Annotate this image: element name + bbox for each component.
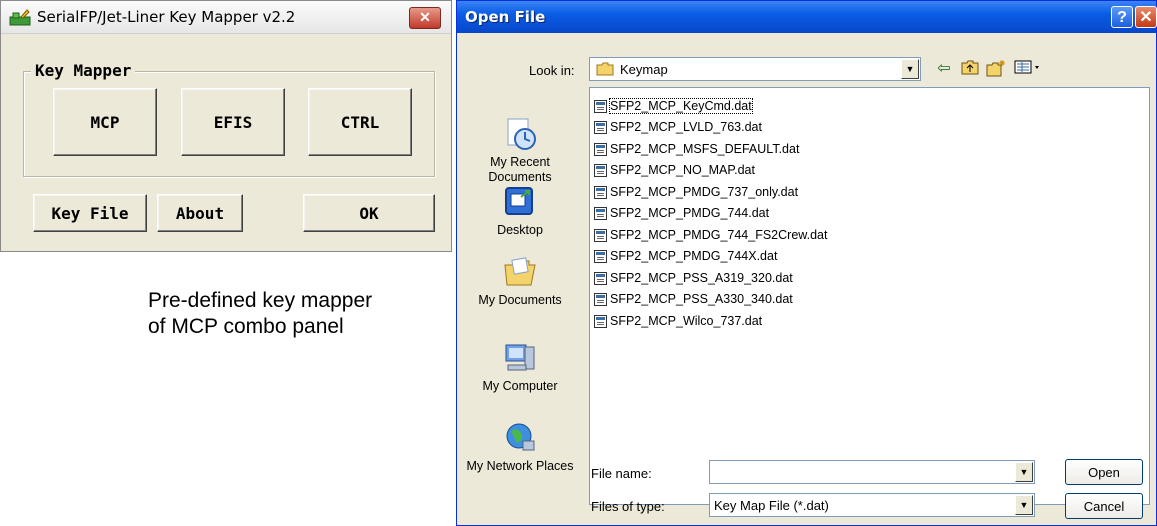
- dat-file-icon: [594, 206, 607, 220]
- file-name-input[interactable]: ▼: [709, 460, 1035, 484]
- chevron-down-icon[interactable]: ▼: [901, 59, 919, 79]
- caption-line-2: of MCP combo panel: [148, 315, 344, 338]
- dat-file-icon: [594, 292, 607, 306]
- ctrl-button[interactable]: CTRL: [308, 88, 412, 156]
- chevron-down-icon[interactable]: ▼: [1015, 462, 1033, 482]
- place-my-computer[interactable]: My Computer: [463, 341, 577, 394]
- window-title: SerialFP/Jet-Liner Key Mapper v2.2: [37, 8, 296, 26]
- mcp-button[interactable]: MCP: [53, 88, 157, 156]
- cancel-button[interactable]: Cancel: [1065, 493, 1143, 519]
- place-label: My Documents: [478, 293, 562, 307]
- app-icon: [9, 9, 31, 26]
- files-of-type-dropdown[interactable]: Key Map File (*.dat) ▼: [709, 493, 1035, 517]
- dat-file-icon: [594, 142, 607, 156]
- folder-icon: [596, 62, 614, 76]
- file-name: SFP2_MCP_Wilco_737.dat: [610, 314, 763, 328]
- desktop-icon: [505, 187, 533, 215]
- caption-line-1: Pre-defined key mapper: [148, 289, 373, 312]
- file-item[interactable]: SFP2_MCP_Wilco_737.dat: [594, 311, 762, 331]
- file-name: SFP2_MCP_PSS_A319_320.dat: [610, 271, 793, 285]
- file-name: SFP2_MCP_PMDG_744X.dat: [610, 249, 778, 263]
- look-in-label: Look in:: [529, 63, 575, 78]
- view-menu-glyph: [1014, 60, 1039, 74]
- file-item[interactable]: SFP2_MCP_PMDG_737_only.dat: [594, 182, 798, 202]
- close-button[interactable]: ✕: [409, 7, 441, 29]
- dat-file-icon: [594, 120, 607, 134]
- file-name: SFP2_MCP_LVLD_763.dat: [610, 120, 762, 134]
- up-folder-icon[interactable]: [959, 59, 981, 79]
- place-desktop[interactable]: Desktop: [463, 185, 577, 238]
- dialog-close-button[interactable]: ✕: [1135, 6, 1157, 28]
- file-name: SFP2_MCP_MSFS_DEFAULT.dat: [610, 142, 800, 156]
- file-name-label: File name:: [591, 466, 652, 481]
- file-item[interactable]: SFP2_MCP_MSFS_DEFAULT.dat: [594, 139, 799, 159]
- dat-file-icon: [594, 249, 607, 263]
- up-folder-glyph: [961, 60, 979, 75]
- file-name: SFP2_MCP_NO_MAP.dat: [610, 163, 755, 177]
- dialog-titlebar[interactable]: Open File ? ✕: [457, 1, 1157, 33]
- file-name: SFP2_MCP_KeyCmd.dat: [609, 98, 753, 114]
- my-documents-icon: [504, 257, 536, 286]
- dialog-title: Open File: [465, 8, 546, 26]
- my-computer-icon: [505, 344, 535, 371]
- dat-file-icon: [594, 271, 607, 285]
- place-label: My Network Places: [466, 459, 574, 473]
- help-button[interactable]: ?: [1111, 6, 1133, 28]
- ok-button[interactable]: OK: [303, 194, 435, 232]
- file-name: SFP2_MCP_PMDG_744_FS2Crew.dat: [610, 228, 828, 242]
- place-my-documents[interactable]: My Documents: [463, 255, 577, 308]
- look-in-value: Keymap: [620, 62, 668, 77]
- dat-file-icon: [594, 185, 607, 199]
- new-folder-glyph: [986, 60, 1005, 77]
- view-menu-icon[interactable]: [1013, 59, 1043, 79]
- file-item[interactable]: SFP2_MCP_NO_MAP.dat: [594, 160, 755, 180]
- files-of-type-label: Files of type:: [591, 499, 665, 514]
- network-places-icon: [506, 423, 535, 451]
- chevron-down-icon[interactable]: ▼: [1015, 495, 1033, 515]
- file-name: SFP2_MCP_PMDG_744.dat: [610, 206, 770, 220]
- about-button[interactable]: About: [157, 194, 243, 232]
- place-label: My Recent Documents: [488, 155, 552, 184]
- dat-file-icon: [594, 228, 607, 242]
- group-label: Key Mapper: [31, 61, 136, 80]
- efis-button[interactable]: EFIS: [181, 88, 285, 156]
- dat-file-icon: [594, 99, 607, 113]
- file-name: SFP2_MCP_PMDG_737_only.dat: [610, 185, 799, 199]
- file-item[interactable]: SFP2_MCP_PMDG_744.dat: [594, 203, 769, 223]
- key-mapper-titlebar[interactable]: SerialFP/Jet-Liner Key Mapper v2.2 ✕: [1, 1, 451, 34]
- back-icon[interactable]: ⇦: [933, 59, 955, 79]
- file-item[interactable]: SFP2_MCP_PMDG_744_FS2Crew.dat: [594, 225, 827, 245]
- dat-file-icon: [594, 314, 607, 328]
- place-label: Desktop: [497, 223, 543, 237]
- place-recent-documents[interactable]: My Recent Documents: [463, 117, 577, 185]
- file-item[interactable]: SFP2_MCP_PSS_A330_340.dat: [594, 289, 793, 309]
- file-item[interactable]: SFP2_MCP_LVLD_763.dat: [594, 117, 762, 137]
- file-item[interactable]: SFP2_MCP_KeyCmd.dat: [594, 96, 753, 116]
- key-file-button[interactable]: Key File: [33, 194, 147, 232]
- file-name: SFP2_MCP_PSS_A330_340.dat: [610, 292, 793, 306]
- dat-file-icon: [594, 163, 607, 177]
- file-item[interactable]: SFP2_MCP_PSS_A319_320.dat: [594, 268, 793, 288]
- recent-documents-icon: [507, 118, 536, 150]
- place-network[interactable]: My Network Places: [463, 421, 577, 474]
- place-label: My Computer: [482, 379, 558, 393]
- look-in-dropdown[interactable]: Keymap ▼: [589, 57, 921, 81]
- open-button[interactable]: Open: [1065, 459, 1143, 485]
- places-bar: My Recent Documents Desktop My Documents: [463, 87, 577, 505]
- open-file-dialog: Open File ? ✕ Look in: Keymap ▼ ⇦ My Rec…: [456, 0, 1157, 526]
- new-folder-icon[interactable]: [985, 59, 1007, 79]
- key-mapper-window: SerialFP/Jet-Liner Key Mapper v2.2 ✕ Key…: [0, 0, 452, 252]
- caption: Pre-defined key mapper of MCP combo pane…: [148, 288, 372, 340]
- file-item[interactable]: SFP2_MCP_PMDG_744X.dat: [594, 246, 777, 266]
- file-list[interactable]: SFP2_MCP_KeyCmd.dat SFP2_MCP_LVLD_763.da…: [589, 87, 1150, 505]
- files-of-type-value: Key Map File (*.dat): [714, 498, 829, 513]
